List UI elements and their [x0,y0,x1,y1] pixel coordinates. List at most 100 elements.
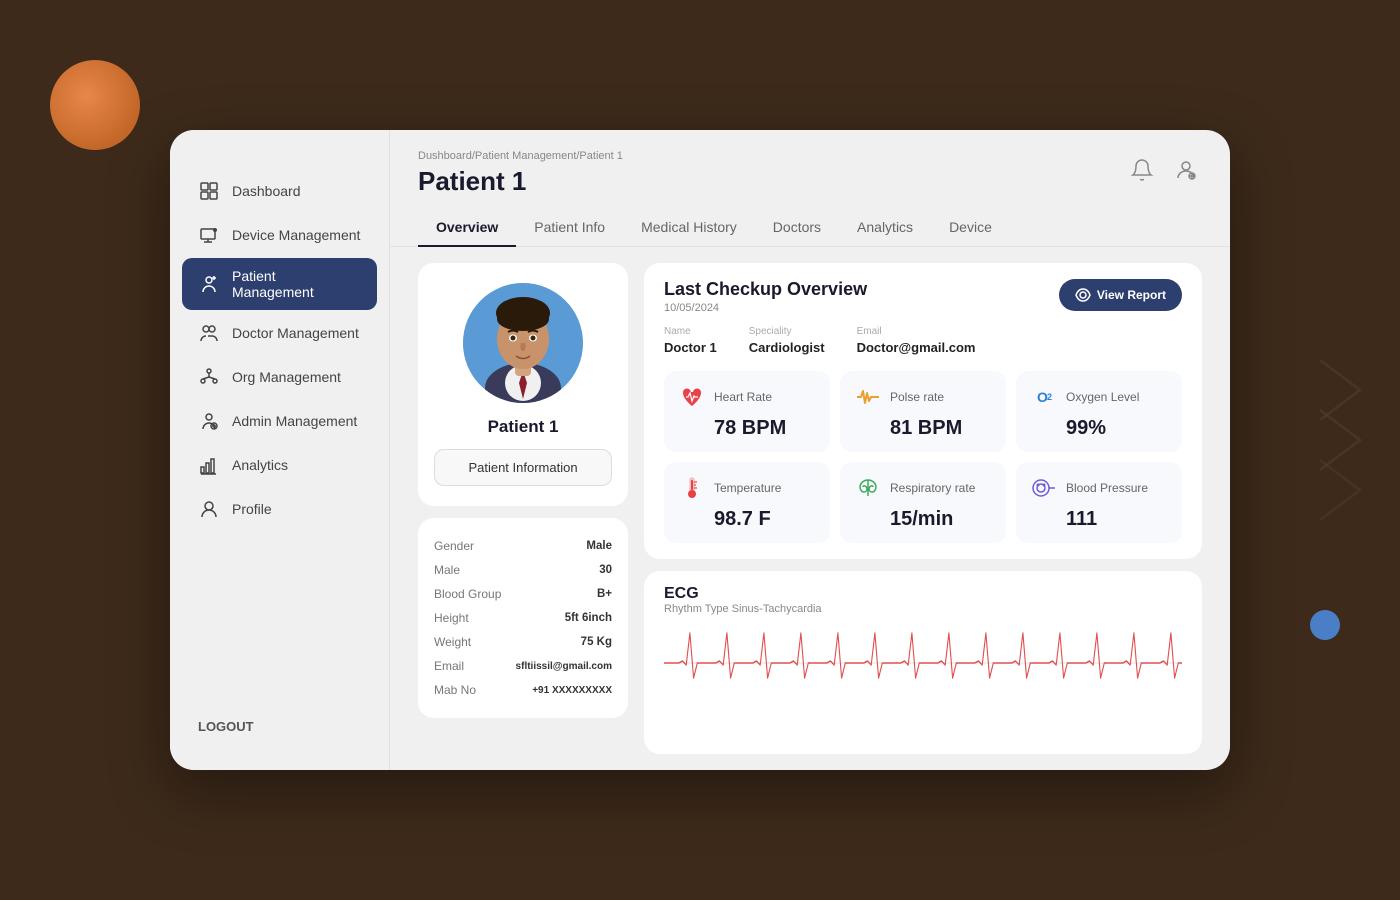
email-value: sfltiissil@gmail.com [516,661,612,672]
doc-email-label: Email [857,326,976,337]
oxygen-level-label: Oxygen Level [1066,390,1139,404]
content-area: Patient 1 Patient Information Gender Mal… [390,247,1230,770]
vital-respiratory-rate-header: Respiratory rate [854,474,992,502]
dashboard-icon [198,180,220,202]
left-panel: Patient 1 Patient Information Gender Mal… [418,263,628,754]
sidebar-item-patient-management[interactable]: Patient Management [182,258,377,310]
sidebar-item-doctor-management[interactable]: Doctor Management [182,312,377,354]
detail-row-weight: Weight 75 Kg [434,630,612,654]
doc-name-label: Name [664,326,717,337]
height-value: 5ft 6inch [565,612,612,624]
tab-device[interactable]: Device [931,209,1010,247]
pulse-rate-label: Polse rate [890,390,944,404]
main-container: Dashboard Device Management [170,130,1230,770]
header-icons [1126,154,1202,186]
detail-row-male: Male 30 [434,558,612,582]
blood-pressure-icon [1030,474,1058,502]
checkup-date: 10/05/2024 [664,302,867,314]
sidebar-item-org-management[interactable]: Org Management [182,356,377,398]
checkup-header: Last Checkup Overview 10/05/2024 View Re… [664,279,1182,314]
sidebar-item-label: Doctor Management [232,325,359,341]
vital-heart-rate: Heart Rate 78 BPM [664,371,830,452]
mob-value: +91 XXXXXXXXX [532,685,612,696]
male-value: 30 [599,564,612,576]
doc-speciality-label: Speciality [749,326,825,337]
main-content: Dushboard/Patient Management/Patient 1 P… [390,130,1230,770]
doctor-info-row: Name Doctor 1 Speciality Cardiologist Em… [664,326,1182,357]
sidebar-item-label: Profile [232,501,272,517]
ecg-title: ECG [664,585,1182,603]
tab-analytics[interactable]: Analytics [839,209,931,247]
vital-respiratory-rate: Respiratory rate 15/min [840,462,1006,543]
respiratory-rate-value: 15/min [890,508,992,531]
vital-temperature-header: Temperature [678,474,816,502]
logout-button[interactable]: LOGOUT [170,703,389,750]
vital-heart-rate-header: Heart Rate [678,383,816,411]
temperature-icon [678,474,706,502]
gender-label: Gender [434,539,474,553]
ecg-section: ECG Rhythm Type Sinus-Tachycardia [644,571,1202,754]
vital-blood-pressure: Blood Pressure 111 [1016,462,1182,543]
tab-overview[interactable]: Overview [418,209,516,247]
sidebar-item-device-management[interactable]: Device Management [182,214,377,256]
profile-icon [198,498,220,520]
page-title: Patient 1 [418,166,623,197]
patient-management-icon [198,273,220,295]
top-header: Dushboard/Patient Management/Patient 1 P… [390,130,1230,197]
vital-pulse-rate-header: Polse rate [854,383,992,411]
tab-patient-info[interactable]: Patient Info [516,209,623,247]
vital-blood-pressure-header: Blood Pressure [1030,474,1168,502]
sidebar-item-profile[interactable]: Profile [182,488,377,530]
gender-value: Male [586,540,612,552]
checkup-section: Last Checkup Overview 10/05/2024 View Re… [644,263,1202,559]
height-label: Height [434,611,469,625]
male-label: Male [434,563,460,577]
sidebar-item-label: Analytics [232,457,288,473]
vital-pulse-rate: Polse rate 81 BPM [840,371,1006,452]
device-management-icon [198,224,220,246]
oxygen-level-value: 99% [1066,417,1168,440]
detail-row-email: Email sfltiissil@gmail.com [434,654,612,678]
doc-email-value: Doctor@gmail.com [857,340,976,355]
org-management-icon [198,366,220,388]
mob-label: Mab No [434,683,476,697]
admin-management-icon [198,410,220,432]
doc-email-field: Email Doctor@gmail.com [857,326,976,357]
detail-row-gender: Gender Male [434,534,612,558]
sidebar: Dashboard Device Management [170,130,390,770]
sidebar-item-analytics[interactable]: Analytics [182,444,377,486]
doc-speciality-field: Speciality Cardiologist [749,326,825,357]
email-label: Email [434,659,464,673]
sidebar-item-admin-management[interactable]: Admin Management [182,400,377,442]
vital-temperature: Temperature 98.7 F [664,462,830,543]
eye-icon [1075,287,1091,303]
tab-medical-history[interactable]: Medical History [623,209,755,247]
temperature-value: 98.7 F [714,508,816,531]
respiratory-rate-label: Respiratory rate [890,481,975,495]
sidebar-item-dashboard[interactable]: Dashboard [182,170,377,212]
pulse-rate-value: 81 BPM [890,417,992,440]
doc-name-value: Doctor 1 [664,340,717,355]
sidebar-item-label: Dashboard [232,183,301,199]
tab-doctors[interactable]: Doctors [755,209,839,247]
doctor-management-icon [198,322,220,344]
detail-row-height: Height 5ft 6inch [434,606,612,630]
heart-rate-label: Heart Rate [714,390,772,404]
pulse-rate-icon [854,383,882,411]
heart-rate-icon [678,383,706,411]
blood-group-value: B+ [597,588,612,600]
oxygen-level-icon: O2 [1030,383,1058,411]
user-settings-icon[interactable] [1170,154,1202,186]
sidebar-nav: Dashboard Device Management [170,170,389,703]
sidebar-item-label: Device Management [232,227,360,243]
view-report-button[interactable]: View Report [1059,279,1182,311]
vital-oxygen-level: O2 Oxygen Level 99% [1016,371,1182,452]
notification-icon[interactable] [1126,154,1158,186]
blood-group-label: Blood Group [434,587,501,601]
avatar [463,283,583,403]
blood-pressure-label: Blood Pressure [1066,481,1148,495]
sidebar-item-label: Patient Management [232,268,361,300]
respiratory-rate-icon [854,474,882,502]
temperature-label: Temperature [714,481,781,495]
patient-info-button[interactable]: Patient Information [434,449,612,486]
